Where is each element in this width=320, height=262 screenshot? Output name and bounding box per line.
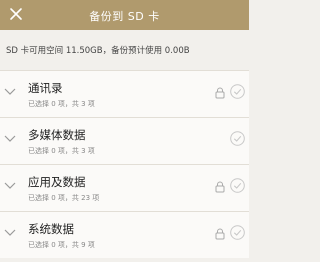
backup-category-list: 通讯录 已选择 0 项，共 3 项 多媒体数据 已选择 0 项，共 3 项 应用… [0,70,249,258]
storage-info-text: SD 卡可用空间 11.50GB，备份预计使用 0.00B [6,46,190,56]
chevron-down-icon[interactable] [4,179,16,191]
check-circle-icon[interactable] [230,178,245,193]
check-circle-icon[interactable] [230,225,245,240]
item-subtitle: 已选择 0 项，共 3 项 [28,147,95,155]
check-circle-icon[interactable] [230,84,245,99]
item-subtitle: 已选择 0 项，共 9 项 [28,241,95,249]
list-item-system-data[interactable]: 系统数据 已选择 0 项，共 9 项 [0,211,249,258]
title-bar: 备份到 SD 卡 [0,0,249,30]
lock-icon [215,228,225,240]
item-title: 应用及数据 [28,175,86,189]
list-item-apps-data[interactable]: 应用及数据 已选择 0 项，共 23 项 [0,164,249,211]
lock-icon [215,87,225,99]
item-subtitle: 已选择 0 项，共 3 项 [28,100,95,108]
item-title: 多媒体数据 [28,128,86,142]
storage-info: SD 卡可用空间 11.50GB，备份预计使用 0.00B [0,30,249,70]
check-circle-icon[interactable] [230,131,245,146]
chevron-down-icon[interactable] [4,226,16,238]
list-item-contacts[interactable]: 通讯录 已选择 0 项，共 3 项 [0,70,249,117]
page-title: 备份到 SD 卡 [89,10,160,23]
item-title: 系统数据 [28,222,74,236]
item-title: 通讯录 [28,81,63,95]
lock-icon [215,181,225,193]
chevron-down-icon[interactable] [4,132,16,144]
item-subtitle: 已选择 0 项，共 23 项 [28,194,100,202]
list-item-multimedia[interactable]: 多媒体数据 已选择 0 项，共 3 项 [0,117,249,164]
chevron-down-icon[interactable] [4,85,16,97]
